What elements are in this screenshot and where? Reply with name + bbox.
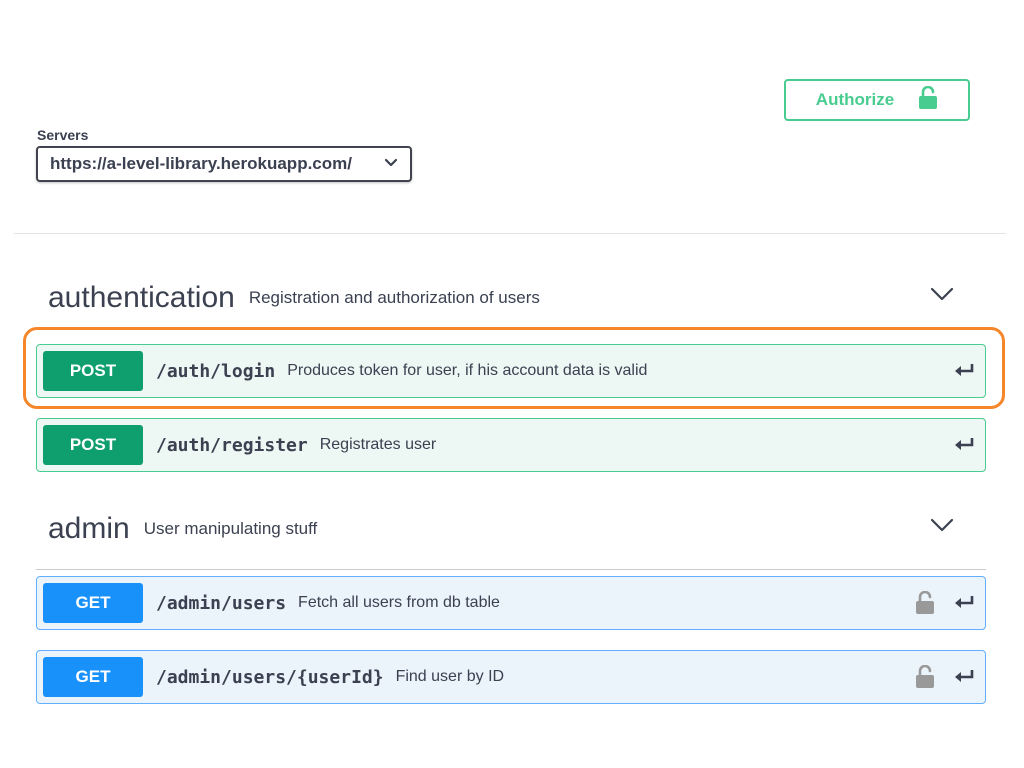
operation-path: /auth/login <box>156 360 276 382</box>
server-select[interactable]: https://a-level-library.herokuapp.com/ <box>36 146 412 182</box>
operation-summary: Produces token for user, if his account … <box>287 362 648 379</box>
enter-arrow-icon <box>953 594 975 615</box>
tag-admin[interactable]: admin User manipulating stuff <box>48 507 970 551</box>
operation-post-auth-login[interactable]: POST /auth/login Produces token for user… <box>36 344 986 398</box>
unlock-icon[interactable] <box>915 590 935 620</box>
operation-path: /admin/users <box>156 592 287 614</box>
enter-arrow-icon <box>953 436 975 457</box>
operation-path: /auth/register <box>156 434 308 456</box>
unlock-icon <box>918 85 938 115</box>
enter-arrow-icon <box>953 668 975 689</box>
chevron-down-icon[interactable] <box>930 286 954 307</box>
method-badge: GET <box>43 583 143 623</box>
chevron-down-icon[interactable] <box>930 517 954 538</box>
unlock-icon[interactable] <box>915 664 935 694</box>
tag-authentication[interactable]: authentication Registration and authoriz… <box>48 276 970 320</box>
tag-description: Registration and authorization of users <box>248 288 540 307</box>
authorize-label: Authorize <box>815 90 895 109</box>
enter-arrow-icon <box>953 362 975 383</box>
operation-post-auth-register[interactable]: POST /auth/register Registrates user <box>36 418 986 472</box>
tag-name: admin <box>48 512 130 545</box>
operation-summary: Fetch all users from db table <box>298 594 500 611</box>
authorize-button[interactable]: Authorize <box>784 79 970 121</box>
server-select-value: https://a-level-library.herokuapp.com/ <box>50 154 352 173</box>
operation-summary: Registrates user <box>319 436 437 453</box>
operation-path: /admin/users/{userId} <box>156 666 384 688</box>
operation-get-admin-users[interactable]: GET /admin/users Fetch all users from db… <box>36 576 986 630</box>
tag-underline <box>36 569 986 570</box>
method-badge: POST <box>43 351 143 391</box>
section-divider <box>14 233 1006 234</box>
servers-label: Servers <box>37 127 89 143</box>
method-badge: POST <box>43 425 143 465</box>
chevron-down-icon <box>384 155 398 173</box>
method-badge: GET <box>43 657 143 697</box>
tag-description: User manipulating stuff <box>143 519 318 538</box>
operation-summary: Find user by ID <box>395 668 505 685</box>
tag-name: authentication <box>48 281 235 314</box>
operation-get-admin-user-by-id[interactable]: GET /admin/users/{userId} Find user by I… <box>36 650 986 704</box>
